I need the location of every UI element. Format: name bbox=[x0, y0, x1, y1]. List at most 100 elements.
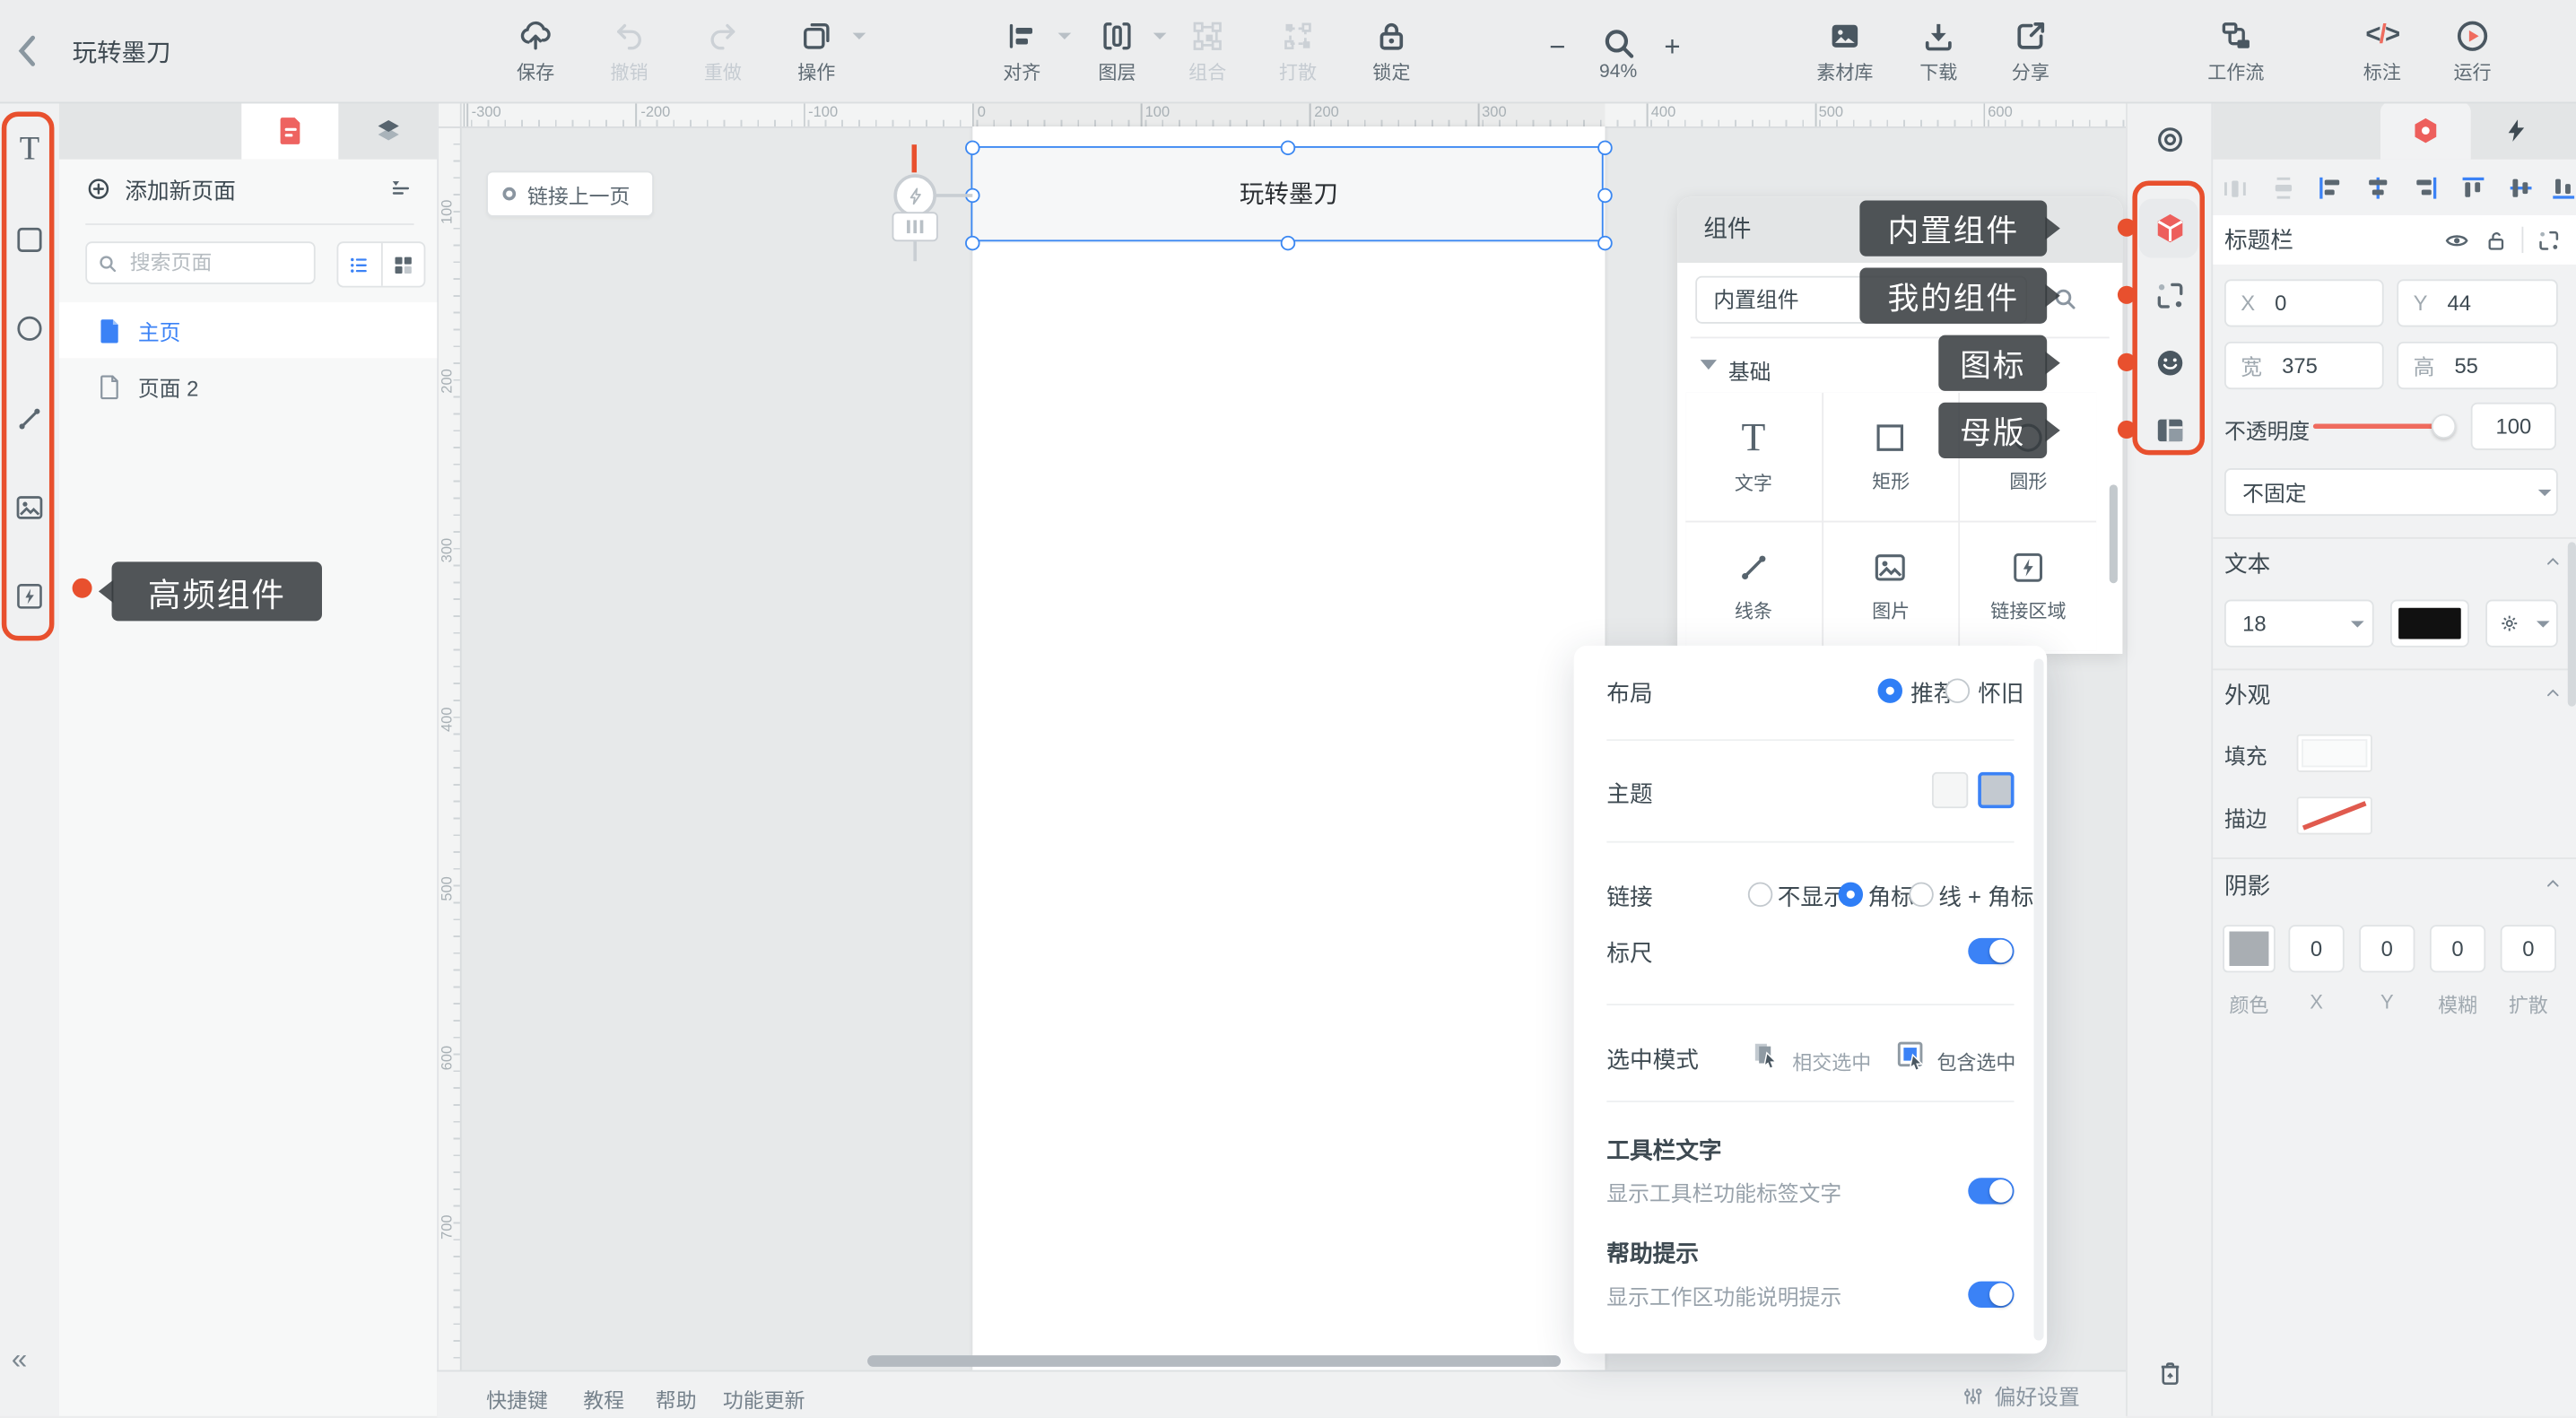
shadow-color-swatch[interactable] bbox=[2223, 925, 2276, 972]
shortcut-link[interactable]: 快捷键 bbox=[486, 1383, 548, 1414]
align-left-icon[interactable] bbox=[2317, 174, 2345, 202]
selection-handle[interactable] bbox=[1597, 236, 1612, 250]
x-field[interactable]: X0 bbox=[2224, 279, 2384, 326]
grid-view-button[interactable] bbox=[380, 243, 424, 286]
layout-option-label[interactable]: 怀旧 bbox=[1978, 677, 2023, 710]
selection-handle[interactable] bbox=[1281, 141, 1295, 155]
toolbar-text-toggle[interactable] bbox=[1968, 1178, 2014, 1204]
radio-layout-classic[interactable] bbox=[1945, 678, 1970, 702]
font-size-select[interactable]: 18 bbox=[2224, 600, 2374, 648]
fill-swatch[interactable] bbox=[2297, 735, 2372, 772]
selection-handle[interactable] bbox=[1597, 188, 1612, 203]
zoom-in-button[interactable]: + bbox=[1664, 31, 1680, 65]
radio-link-line-badge[interactable] bbox=[1909, 883, 1933, 907]
selection-handle[interactable] bbox=[1281, 236, 1295, 250]
layer-button[interactable]: 图层 bbox=[1071, 18, 1163, 93]
page-item-home[interactable]: 主页 bbox=[59, 302, 437, 358]
theme-gray-swatch-selected[interactable] bbox=[1978, 772, 2014, 808]
target-button[interactable] bbox=[2154, 124, 2185, 155]
component-line[interactable]: 线条 bbox=[1685, 522, 1821, 650]
interaction-node[interactable] bbox=[893, 174, 936, 217]
intersect-select-option[interactable]: 相交选中 bbox=[1792, 1048, 1871, 1076]
y-field[interactable]: Y44 bbox=[2397, 279, 2557, 326]
share-button[interactable]: 分享 bbox=[1985, 18, 2077, 93]
save-button[interactable]: 保存 bbox=[490, 18, 582, 93]
help-link[interactable]: 帮助 bbox=[656, 1383, 697, 1414]
device-page[interactable] bbox=[972, 126, 1605, 1370]
add-page-button[interactable]: 添加新页面 bbox=[85, 172, 236, 205]
shadow-blur-field[interactable]: 0 bbox=[2430, 925, 2485, 972]
text-settings-button[interactable] bbox=[2485, 600, 2558, 648]
radio-layout-recommended[interactable] bbox=[1878, 678, 1902, 702]
section-label[interactable]: 基础 bbox=[1728, 355, 1771, 387]
theme-light-swatch[interactable] bbox=[1932, 772, 1968, 808]
zoom-out-button[interactable]: − bbox=[1549, 31, 1565, 65]
opacity-value-field[interactable]: 100 bbox=[2471, 403, 2556, 450]
lock-open-icon[interactable] bbox=[2484, 228, 2508, 252]
link-option-label[interactable]: 不显示 bbox=[1778, 881, 1847, 914]
popover-scrollbar[interactable] bbox=[2034, 658, 2044, 1340]
list-view-button[interactable] bbox=[338, 243, 380, 286]
height-field[interactable]: 高55 bbox=[2397, 342, 2557, 389]
ruler-toggle[interactable] bbox=[1968, 938, 2014, 964]
opacity-slider-knob[interactable] bbox=[2432, 414, 2456, 439]
shadow-x-field[interactable]: 0 bbox=[2288, 925, 2344, 972]
intersect-select-icon[interactable] bbox=[1751, 1040, 1782, 1071]
page-search[interactable] bbox=[85, 241, 315, 284]
tutorial-link[interactable]: 教程 bbox=[583, 1383, 624, 1414]
page-search-input[interactable] bbox=[126, 249, 297, 275]
lock-button[interactable]: 锁定 bbox=[1345, 18, 1438, 93]
canvas-horizontal-scrollbar[interactable] bbox=[867, 1355, 1561, 1367]
link-option-label[interactable]: 线 + 角标 bbox=[1938, 881, 2033, 914]
components-scrollbar[interactable] bbox=[2110, 484, 2118, 583]
component-image[interactable]: 图片 bbox=[1823, 522, 1958, 650]
collapse-sidebar-button[interactable]: « bbox=[12, 1344, 24, 1377]
align-center-vertical-icon[interactable] bbox=[2364, 174, 2392, 202]
collapse-chevron-icon[interactable] bbox=[2545, 875, 2561, 892]
align-button[interactable]: 对齐 bbox=[976, 18, 1068, 93]
align-bottom-icon[interactable] bbox=[2550, 174, 2576, 202]
link-option-label[interactable]: 角标 bbox=[1868, 881, 1914, 914]
section-collapse-triangle[interactable] bbox=[1701, 360, 1717, 378]
operation-button[interactable]: 操作 bbox=[770, 18, 863, 93]
asset-library-button[interactable]: 素材库 bbox=[1799, 18, 1892, 93]
font-color-swatch[interactable] bbox=[2390, 600, 2469, 648]
drag-handle-tag[interactable] bbox=[892, 212, 938, 241]
download-button[interactable]: 下载 bbox=[1893, 18, 1985, 93]
shadow-spread-field[interactable]: 0 bbox=[2501, 925, 2556, 972]
tab-interaction[interactable] bbox=[2471, 102, 2562, 160]
annotate-button[interactable]: </> 标注 bbox=[2337, 18, 2429, 93]
workflow-button[interactable]: 工作流 bbox=[2190, 18, 2283, 93]
zoom-level[interactable]: 94% bbox=[1577, 63, 1659, 83]
run-button[interactable]: 运行 bbox=[2426, 18, 2519, 93]
component-hotspot[interactable]: 链接区域 bbox=[1961, 522, 2096, 650]
tab-pages[interactable] bbox=[241, 102, 338, 160]
trash-button[interactable] bbox=[2155, 1360, 2183, 1388]
page-item-2[interactable]: 页面 2 bbox=[59, 358, 437, 413]
width-field[interactable]: 宽375 bbox=[2224, 342, 2384, 389]
link-previous-page-button[interactable]: 链接上一页 bbox=[486, 170, 654, 216]
tab-style[interactable] bbox=[2380, 102, 2471, 160]
selection-handle[interactable] bbox=[965, 236, 979, 250]
sort-pages-button[interactable] bbox=[387, 174, 413, 200]
radio-link-badge[interactable] bbox=[1839, 883, 1863, 907]
back-button[interactable] bbox=[13, 33, 43, 69]
align-right-icon[interactable] bbox=[2412, 174, 2440, 202]
zoom-search-button[interactable] bbox=[1600, 24, 1638, 62]
shadow-y-field[interactable]: 0 bbox=[2359, 925, 2415, 972]
radio-link-hidden[interactable] bbox=[1748, 883, 1772, 907]
collapse-chevron-icon[interactable] bbox=[2545, 553, 2561, 570]
pin-select[interactable]: 不固定 bbox=[2224, 468, 2558, 516]
align-top-icon[interactable] bbox=[2459, 174, 2487, 202]
stroke-swatch-none[interactable] bbox=[2297, 796, 2372, 834]
properties-scrollbar[interactable] bbox=[2568, 542, 2576, 706]
make-component-icon[interactable] bbox=[2537, 228, 2561, 252]
updates-link[interactable]: 功能更新 bbox=[723, 1383, 805, 1414]
selection-handle[interactable] bbox=[965, 141, 979, 155]
help-tips-toggle[interactable] bbox=[1968, 1282, 2014, 1308]
align-middle-horizontal-icon[interactable] bbox=[2507, 174, 2535, 202]
collapse-chevron-icon[interactable] bbox=[2545, 685, 2561, 701]
component-text[interactable]: T 文字 bbox=[1685, 393, 1821, 521]
preferences-button[interactable]: 偏好设置 bbox=[1962, 1380, 2080, 1412]
contain-select-icon[interactable] bbox=[1896, 1040, 1928, 1071]
